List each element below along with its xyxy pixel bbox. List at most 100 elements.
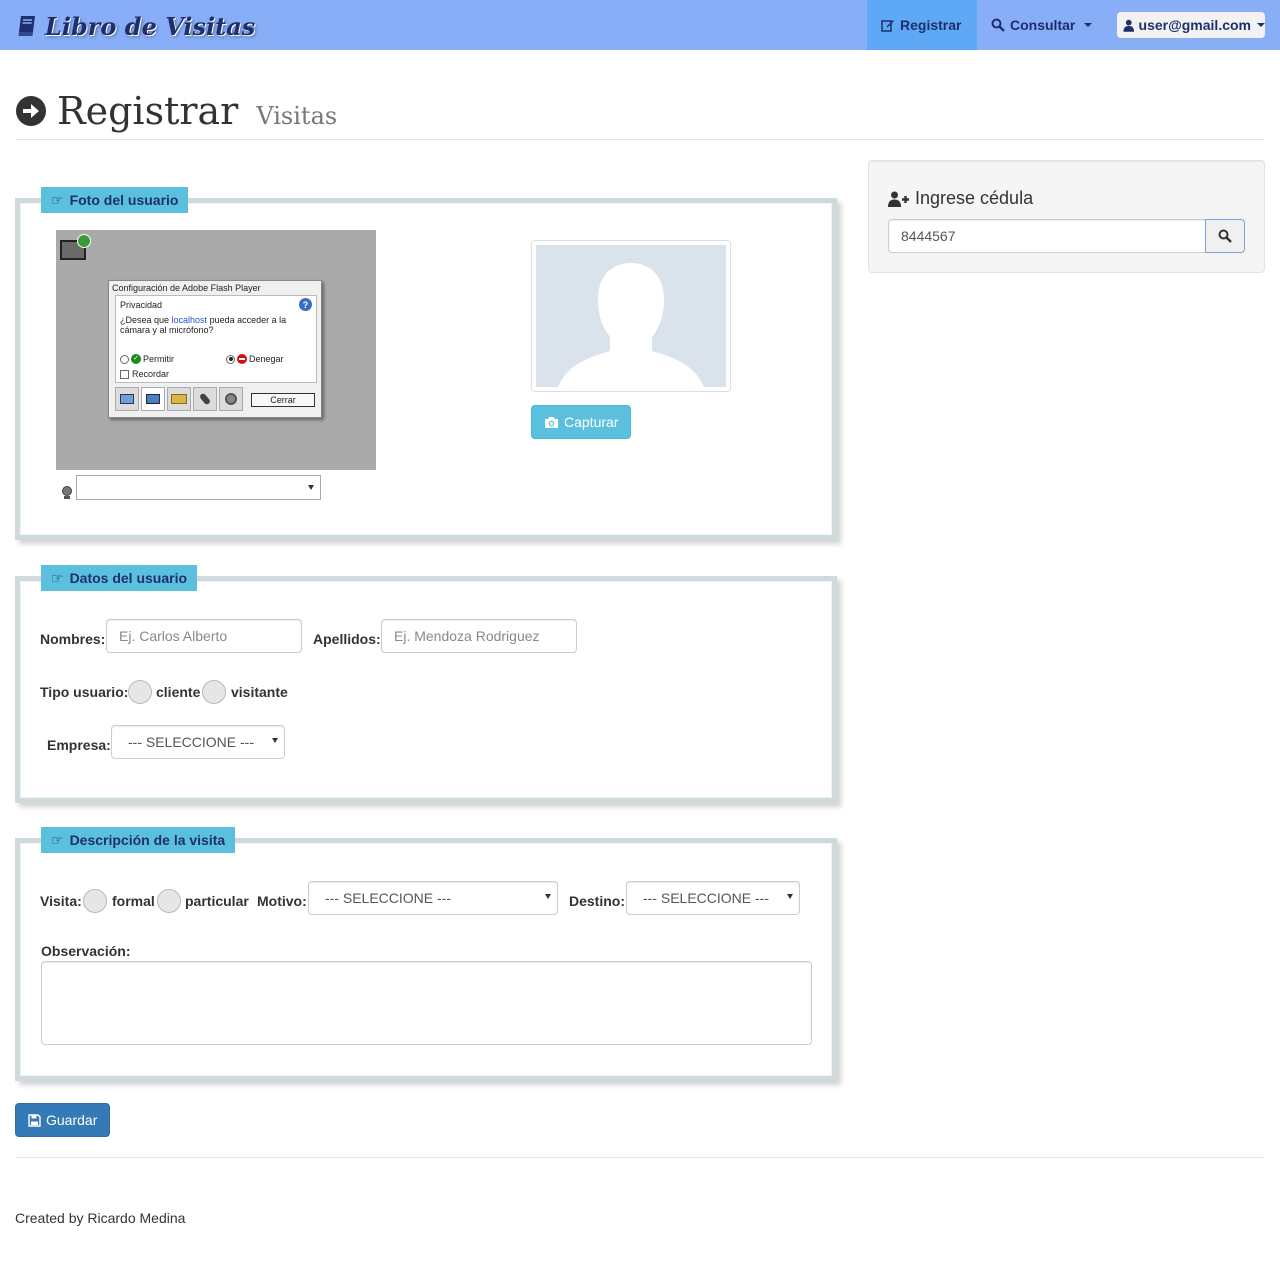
check-circle-icon: ✓ <box>131 354 141 364</box>
user-data-legend: ☞ Datos del usuario <box>41 565 198 591</box>
user-type-visitor-radio[interactable] <box>202 680 226 704</box>
surnames-label: Apellidos: <box>313 631 381 647</box>
chevron-down-icon <box>1257 23 1265 27</box>
surnames-input[interactable] <box>381 619 577 653</box>
id-search-title-text: Ingrese cédula <box>915 188 1034 208</box>
webcam-icon <box>60 485 74 499</box>
flash-close-button[interactable]: Cerrar <box>251 393 315 407</box>
visit-legend: ☞ Descripción de la visita <box>41 827 236 853</box>
photo-fieldset: ☞ Foto del usuario Configuración de Adob… <box>15 187 837 540</box>
edit-icon <box>881 20 894 32</box>
chevron-down-icon <box>1084 23 1093 27</box>
page-title: Registrar <box>57 89 239 133</box>
arrow-circle-right-icon <box>16 96 46 126</box>
chevron-down-icon <box>308 485 314 490</box>
camera-upload-icon <box>60 234 91 260</box>
camera-icon <box>545 416 558 428</box>
privacy-icon[interactable] <box>141 387 165 411</box>
nav-consult-label: Consultar <box>1010 17 1076 33</box>
names-label: Nombres: <box>40 631 106 647</box>
visit-particular-radio[interactable] <box>157 889 181 913</box>
display-icon[interactable] <box>115 387 139 411</box>
id-number-input[interactable] <box>888 219 1206 253</box>
photo-legend: ☞ Foto del usuario <box>41 187 189 213</box>
visit-formal-radio[interactable] <box>83 889 107 913</box>
reason-label: Motivo: <box>257 893 307 909</box>
user-data-legend-text: Datos del usuario <box>69 570 188 586</box>
hand-point-right-icon: ☞ <box>51 831 64 848</box>
company-select-value: --- SELECCIONE --- <box>128 734 254 750</box>
flash-dialog-title: Configuración de Adobe Flash Player <box>112 283 261 293</box>
visit-label: Visita: <box>40 893 82 909</box>
flash-settings-dialog: Configuración de Adobe Flash Player Priv… <box>108 280 322 418</box>
user-plus-icon <box>888 191 909 207</box>
help-icon[interactable]: ? <box>299 298 312 311</box>
visit-legend-text: Descripción de la visita <box>69 832 226 848</box>
flash-privacy-heading: Privacidad <box>120 300 163 310</box>
search-icon <box>991 18 1005 32</box>
company-label: Empresa: <box>47 737 111 753</box>
capture-button[interactable]: Capturar <box>531 405 632 439</box>
flash-camera-widget[interactable]: Configuración de Adobe Flash Player Priv… <box>56 230 376 470</box>
observation-label: Observación: <box>41 943 131 959</box>
brand-text: Libro de Visitas <box>45 11 256 41</box>
nav-register[interactable]: Registrar <box>867 0 977 50</box>
id-search-title: Ingrese cédula <box>888 188 1033 209</box>
user-data-fieldset: ☞ Datos del usuario Nombres: Apellidos: … <box>15 565 837 803</box>
reason-select-value: --- SELECCIONE --- <box>325 890 451 906</box>
user-type-client-radio[interactable] <box>128 680 152 704</box>
hand-point-right-icon: ☞ <box>51 569 64 586</box>
reason-select[interactable]: --- SELECCIONE --- <box>308 881 558 915</box>
user-photo <box>531 240 731 392</box>
save-button[interactable]: Guardar <box>15 1103 111 1137</box>
flash-remember-option[interactable]: Recordar <box>120 369 169 379</box>
flash-question: ¿Desea que localhost pueda acceder a la … <box>120 315 312 335</box>
nav-consult[interactable]: Consultar <box>977 0 1101 50</box>
photo-legend-text: Foto del usuario <box>69 192 179 208</box>
search-icon <box>1218 229 1232 243</box>
company-select[interactable]: --- SELECCIONE --- <box>111 725 285 759</box>
user-icon <box>1123 19 1135 32</box>
flash-deny-label: Denegar <box>249 354 284 364</box>
destination-select-value: --- SELECCIONE --- <box>643 890 769 906</box>
user-type-visitor-label: visitante <box>231 684 288 700</box>
capture-button-label: Capturar <box>564 414 619 430</box>
storage-icon[interactable] <box>167 387 191 411</box>
id-search-button[interactable] <box>1205 219 1245 253</box>
radio-checked-icon <box>226 354 235 364</box>
flash-remember-label: Recordar <box>132 369 170 379</box>
visit-fieldset: ☞ Descripción de la visita Visita: forma… <box>15 827 837 1081</box>
page-header: Registrar Visitas <box>15 88 1265 140</box>
save-icon <box>28 1113 41 1127</box>
camera-icon[interactable] <box>219 387 243 411</box>
user-type-client-label: cliente <box>156 684 201 700</box>
hand-point-right-icon: ☞ <box>51 191 64 208</box>
flash-allow-option[interactable]: ✓ Permitir <box>120 354 174 364</box>
footer-credit: Created by Ricardo Medina <box>15 1210 186 1226</box>
user-type-label: Tipo usuario: <box>40 684 129 700</box>
destination-label: Destino: <box>569 893 625 909</box>
flash-deny-option[interactable]: Denegar <box>226 354 284 364</box>
save-button-label: Guardar <box>46 1112 98 1128</box>
camera-select[interactable] <box>76 475 321 500</box>
flash-question-link[interactable]: localhost <box>172 315 208 325</box>
visit-particular-label: particular <box>185 893 249 909</box>
names-input[interactable] <box>106 619 302 653</box>
visit-formal-label: formal <box>112 893 155 909</box>
navbar: Libro de Visitas Registrar Consultar use… <box>0 0 1280 50</box>
radio-icon <box>120 354 129 364</box>
id-search-panel: Ingrese cédula <box>868 160 1265 273</box>
user-menu-button[interactable]: user@gmail.com <box>1117 12 1265 38</box>
user-silhouette-icon <box>558 263 704 387</box>
observation-textarea[interactable] <box>41 961 812 1045</box>
book-icon <box>18 16 35 36</box>
chevron-down-icon <box>787 894 793 899</box>
photo-placeholder <box>536 245 726 387</box>
chevron-down-icon <box>272 738 278 743</box>
deny-icon <box>237 354 247 364</box>
microphone-icon[interactable] <box>193 387 217 411</box>
page-subtitle: Visitas <box>256 102 338 130</box>
destination-select[interactable]: --- SELECCIONE --- <box>626 881 800 915</box>
brand[interactable]: Libro de Visitas <box>15 10 255 42</box>
footer-divider <box>15 1157 1265 1158</box>
